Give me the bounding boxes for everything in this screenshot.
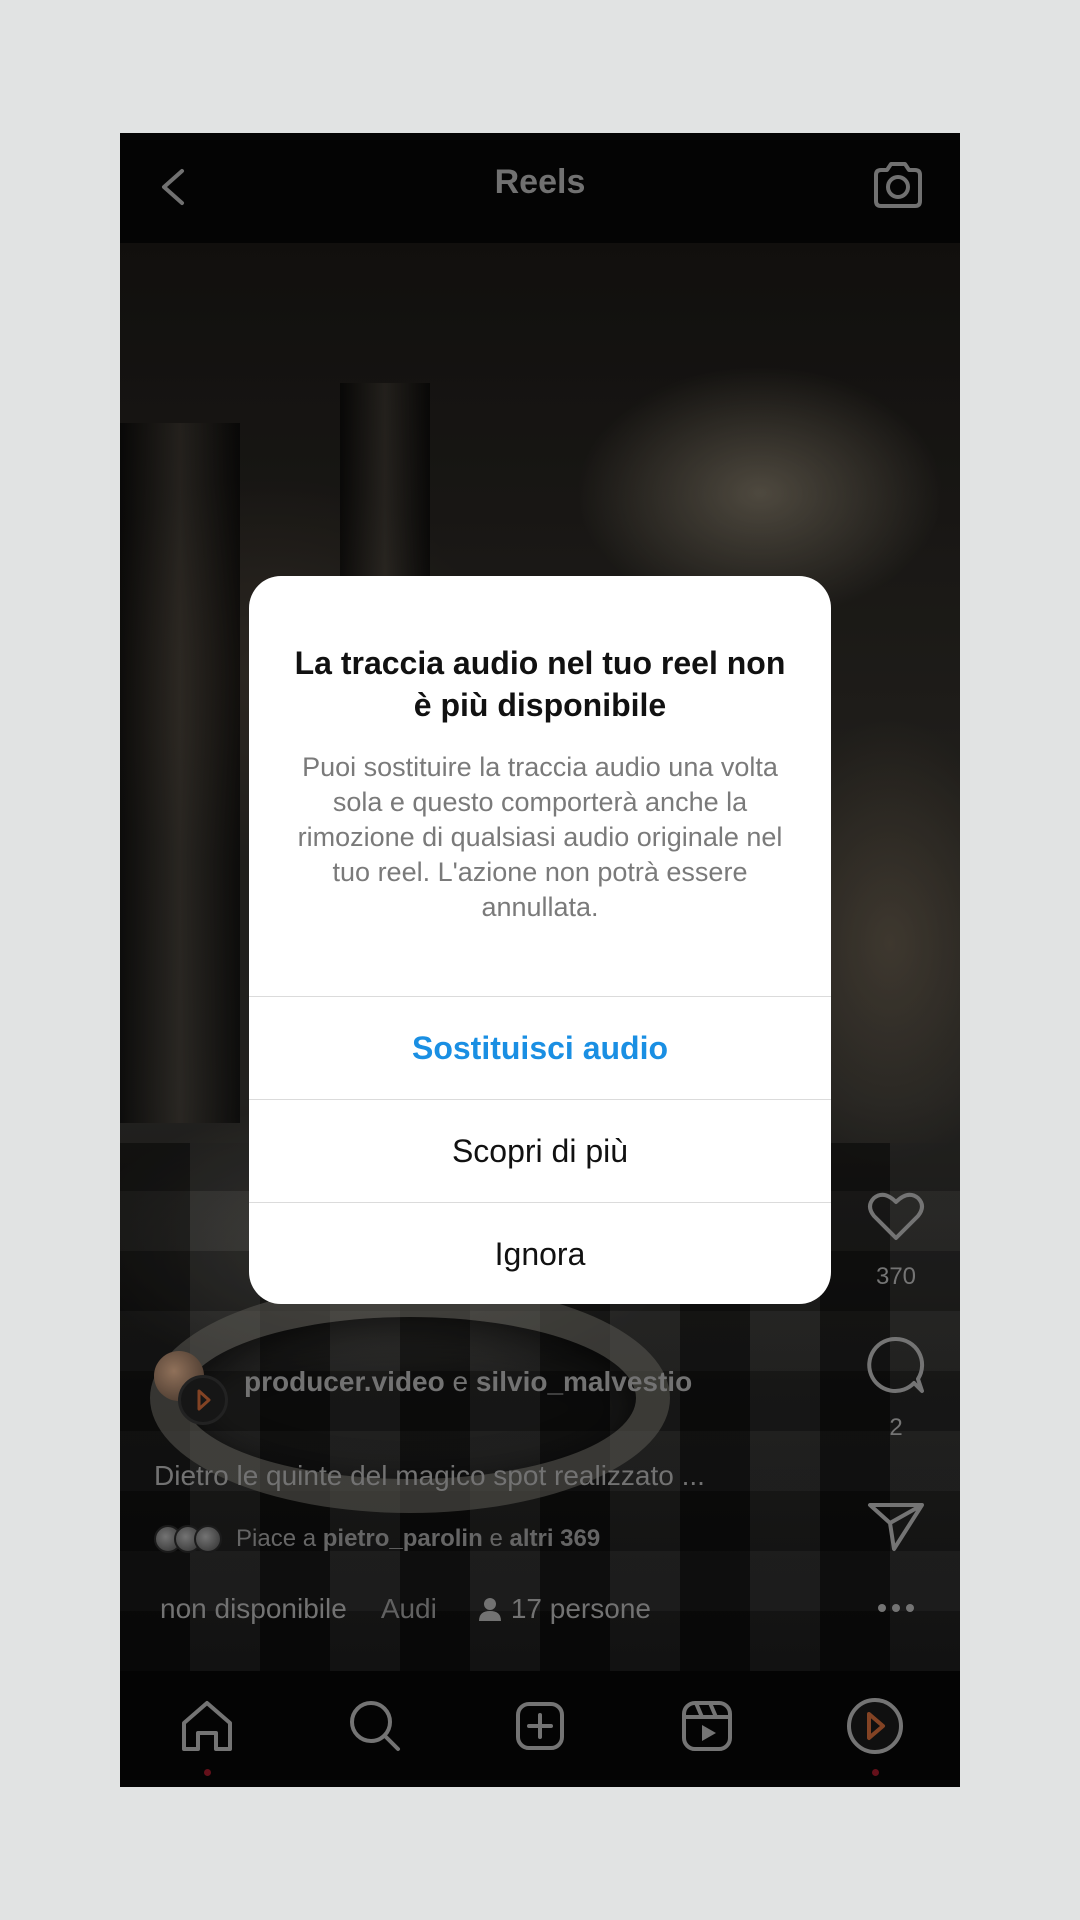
ignore-button[interactable]: Ignora [249,1202,831,1304]
dialog-title: La traccia audio nel tuo reel non è più … [294,645,786,723]
phone-screen: Reels 370 2 producer.video e silvio_malv… [120,133,960,1787]
replace-audio-button[interactable]: Sostituisci audio [249,996,831,1099]
learn-more-button[interactable]: Scopri di più [249,1099,831,1202]
audio-unavailable-dialog: La traccia audio nel tuo reel non è più … [249,576,831,1304]
dialog-message: Puoi sostituire la traccia audio una vol… [297,752,783,922]
